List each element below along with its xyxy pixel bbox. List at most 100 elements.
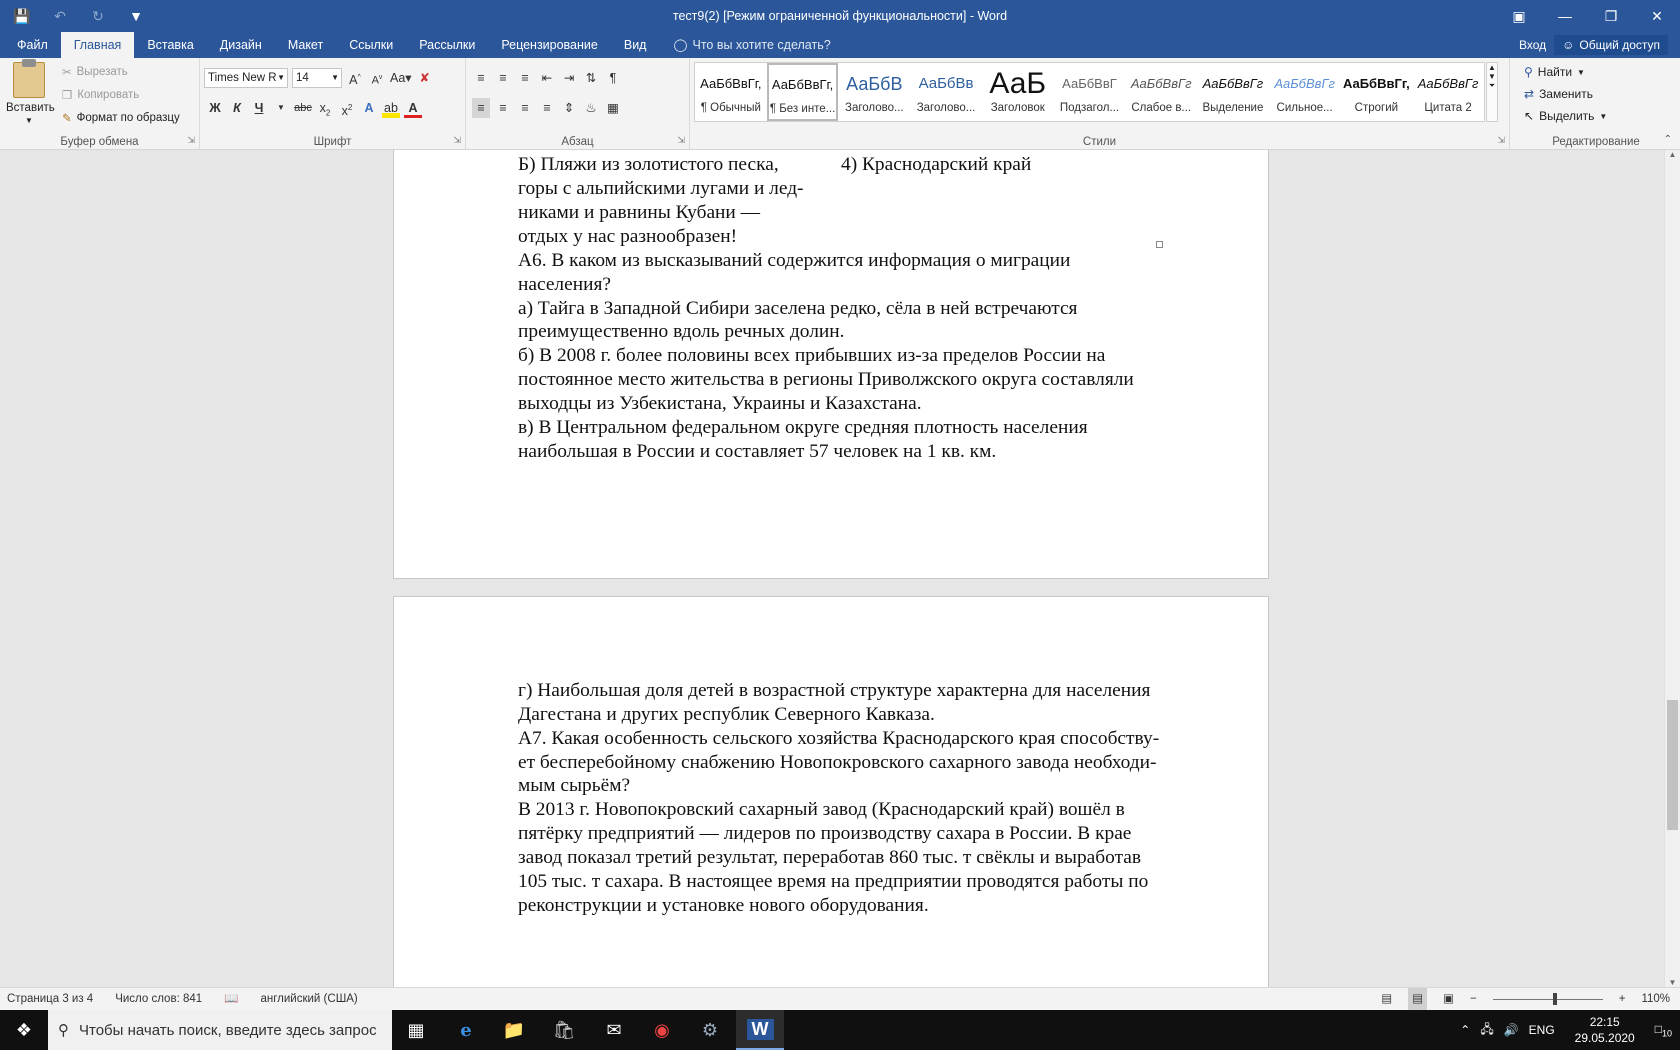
style-heading-2[interactable]: АаБбВв Заголово... bbox=[910, 63, 982, 121]
save-icon[interactable]: 💾 bbox=[8, 2, 36, 30]
bold-icon[interactable]: Ж bbox=[206, 98, 224, 118]
align-center-icon[interactable]: ≡ bbox=[494, 98, 512, 118]
notifications-icon[interactable]: □10 bbox=[1655, 1022, 1672, 1038]
vertical-scrollbar[interactable]: ▲ ▼ bbox=[1664, 150, 1680, 987]
underline-icon[interactable]: Ч bbox=[250, 98, 268, 118]
print-layout-icon[interactable]: ▤ bbox=[1408, 988, 1428, 1010]
shrink-font-icon[interactable]: Av bbox=[368, 68, 386, 88]
style-strong[interactable]: АаБбВвГг, Строгий bbox=[1340, 63, 1412, 121]
change-case-icon[interactable]: Aa▾ bbox=[390, 68, 412, 88]
find-button[interactable]: ⚲ Найти ▼ bbox=[1524, 62, 1585, 82]
sign-in-link[interactable]: Вход bbox=[1519, 38, 1546, 52]
select-button[interactable]: ↖ Выделить ▼ bbox=[1524, 106, 1607, 126]
input-language[interactable]: ENG bbox=[1529, 1023, 1555, 1037]
increase-indent-icon[interactable]: ⇥ bbox=[560, 68, 578, 88]
tab-references[interactable]: Ссылки bbox=[336, 32, 406, 58]
web-layout-icon[interactable]: ▣ bbox=[1443, 988, 1454, 1010]
page[interactable]: г) Наибольшая доля детей в возрастной ст… bbox=[393, 596, 1269, 987]
share-button[interactable]: ☺ Общий доступ bbox=[1554, 35, 1668, 55]
multilevel-list-icon[interactable]: ≡ bbox=[516, 68, 534, 88]
style-emphasis[interactable]: АаБбВвГг Выделение bbox=[1197, 63, 1269, 121]
scroll-down-icon[interactable]: ▼ bbox=[1665, 978, 1680, 987]
superscript-icon[interactable]: x2 bbox=[338, 98, 356, 118]
file-explorer-icon[interactable]: 📁 bbox=[490, 1010, 538, 1050]
tab-file[interactable]: Файл bbox=[4, 32, 61, 58]
decrease-indent-icon[interactable]: ⇤ bbox=[538, 68, 556, 88]
zoom-level[interactable]: 110% bbox=[1641, 988, 1670, 1010]
clear-formatting-icon[interactable]: ✘ bbox=[416, 68, 434, 88]
word-icon[interactable]: W bbox=[736, 1010, 784, 1050]
dialog-launcher-icon[interactable]: ⇲ bbox=[677, 135, 685, 146]
redo-icon[interactable]: ↻ bbox=[84, 2, 112, 30]
language-indicator[interactable]: английский (США) bbox=[260, 988, 357, 1010]
format-painter-button[interactable]: ✎ Формат по образцу bbox=[62, 108, 180, 128]
network-icon[interactable]: 🖧 bbox=[1480, 1020, 1493, 1041]
tray-chevron-icon[interactable]: ⌃ bbox=[1460, 1023, 1470, 1037]
tab-design[interactable]: Дизайн bbox=[207, 32, 275, 58]
scroll-up-icon[interactable]: ▲ bbox=[1665, 150, 1680, 159]
style-quote-2[interactable]: АаБбВвГг Цитата 2 bbox=[1412, 63, 1484, 121]
grow-font-icon[interactable]: A^ bbox=[346, 68, 364, 88]
close-icon[interactable]: ✕ bbox=[1634, 0, 1680, 32]
maximize-icon[interactable]: ❐ bbox=[1588, 0, 1634, 32]
shading-icon[interactable]: ♨ bbox=[582, 98, 600, 118]
strikethrough-icon[interactable]: abc bbox=[294, 98, 312, 118]
copy-button[interactable]: ❐ Копировать bbox=[62, 85, 139, 105]
customize-qat-icon[interactable]: ▼ bbox=[122, 2, 150, 30]
bullets-icon[interactable]: ≡ bbox=[472, 68, 490, 88]
align-left-icon[interactable]: ≡ bbox=[472, 98, 490, 118]
task-view-icon[interactable]: ▦ bbox=[392, 1010, 440, 1050]
tab-home[interactable]: Главная bbox=[60, 32, 135, 58]
undo-icon[interactable]: ↶ bbox=[46, 2, 74, 30]
chrome-icon[interactable]: ◉ bbox=[638, 1010, 686, 1050]
scroll-thumb[interactable] bbox=[1667, 700, 1678, 830]
justify-icon[interactable]: ≡ bbox=[538, 98, 556, 118]
zoom-slider[interactable] bbox=[1492, 992, 1603, 1005]
word-count[interactable]: Число слов: 841 bbox=[115, 988, 202, 1010]
clock[interactable]: 22:15 29.05.2020 bbox=[1565, 1014, 1645, 1046]
anchor-handle[interactable] bbox=[1156, 241, 1163, 248]
styles-scroll[interactable]: ▲ ▼ ⏷ bbox=[1486, 62, 1498, 122]
tab-mailings[interactable]: Рассылки bbox=[406, 32, 488, 58]
font-color-icon[interactable]: A bbox=[404, 98, 422, 118]
align-right-icon[interactable]: ≡ bbox=[516, 98, 534, 118]
collapse-ribbon-icon[interactable]: ⌃ bbox=[1664, 134, 1672, 145]
mail-icon[interactable]: ✉ bbox=[590, 1010, 638, 1050]
zoom-out-icon[interactable]: − bbox=[1470, 988, 1477, 1010]
document-area[interactable]: Б) Пляжи из золотистого песка, 4) Красно… bbox=[0, 150, 1664, 987]
tell-me-box[interactable]: ◯ Что вы хотите сделать? bbox=[659, 32, 830, 58]
dialog-launcher-icon[interactable]: ⇲ bbox=[453, 135, 461, 146]
paste-button[interactable]: Вставить ▼ bbox=[6, 59, 55, 126]
proofing-icon[interactable]: 📖 bbox=[224, 988, 238, 1010]
edge-icon[interactable]: e bbox=[442, 1010, 490, 1050]
taskbar-search-box[interactable]: ⚲ Чтобы начать поиск, введите здесь запр… bbox=[48, 1010, 392, 1050]
read-mode-icon[interactable]: ▤ bbox=[1381, 988, 1392, 1010]
minimize-icon[interactable]: — bbox=[1542, 0, 1588, 32]
style-subtitle[interactable]: АаБбВвГ Подзагол... bbox=[1054, 63, 1126, 121]
tab-view[interactable]: Вид bbox=[611, 32, 660, 58]
style-title[interactable]: АаБ Заголовок bbox=[982, 63, 1054, 121]
subscript-icon[interactable]: x2 bbox=[316, 98, 334, 118]
sort-icon[interactable]: ⇅ bbox=[582, 68, 600, 88]
store-icon[interactable]: 🛍 bbox=[540, 1010, 588, 1050]
tab-layout[interactable]: Макет bbox=[275, 32, 336, 58]
style-heading-1[interactable]: АаБбВ Заголово... bbox=[838, 63, 910, 121]
zoom-in-icon[interactable]: + bbox=[1619, 988, 1626, 1010]
steam-icon[interactable]: ⚙ bbox=[686, 1010, 734, 1050]
style-no-spacing[interactable]: АаБбВвГг, ¶ Без инте... bbox=[766, 63, 839, 121]
style-normal[interactable]: АаБбВвГг, ¶ Обычный bbox=[695, 63, 767, 121]
line-spacing-icon[interactable]: ⇕ bbox=[560, 98, 578, 118]
page[interactable]: Б) Пляжи из золотистого песка, 4) Красно… bbox=[393, 150, 1269, 579]
underline-dropdown-icon[interactable]: ▼ bbox=[272, 98, 290, 118]
dialog-launcher-icon[interactable]: ⇲ bbox=[187, 135, 195, 146]
cut-button[interactable]: ✂ Вырезать bbox=[62, 62, 128, 82]
italic-icon[interactable]: К bbox=[228, 98, 246, 118]
borders-icon[interactable]: ▦ bbox=[604, 98, 622, 118]
dialog-launcher-icon[interactable]: ⇲ bbox=[1497, 135, 1505, 146]
tab-review[interactable]: Рецензирование bbox=[488, 32, 611, 58]
font-name-combo[interactable]: Times New R ▼ bbox=[204, 68, 288, 88]
windows-start-icon[interactable]: ❖ bbox=[0, 1010, 48, 1050]
numbering-icon[interactable]: ≡ bbox=[494, 68, 512, 88]
ribbon-display-options-icon[interactable]: ▣ bbox=[1496, 0, 1542, 32]
replace-button[interactable]: ⇄ Заменить bbox=[1524, 84, 1593, 104]
